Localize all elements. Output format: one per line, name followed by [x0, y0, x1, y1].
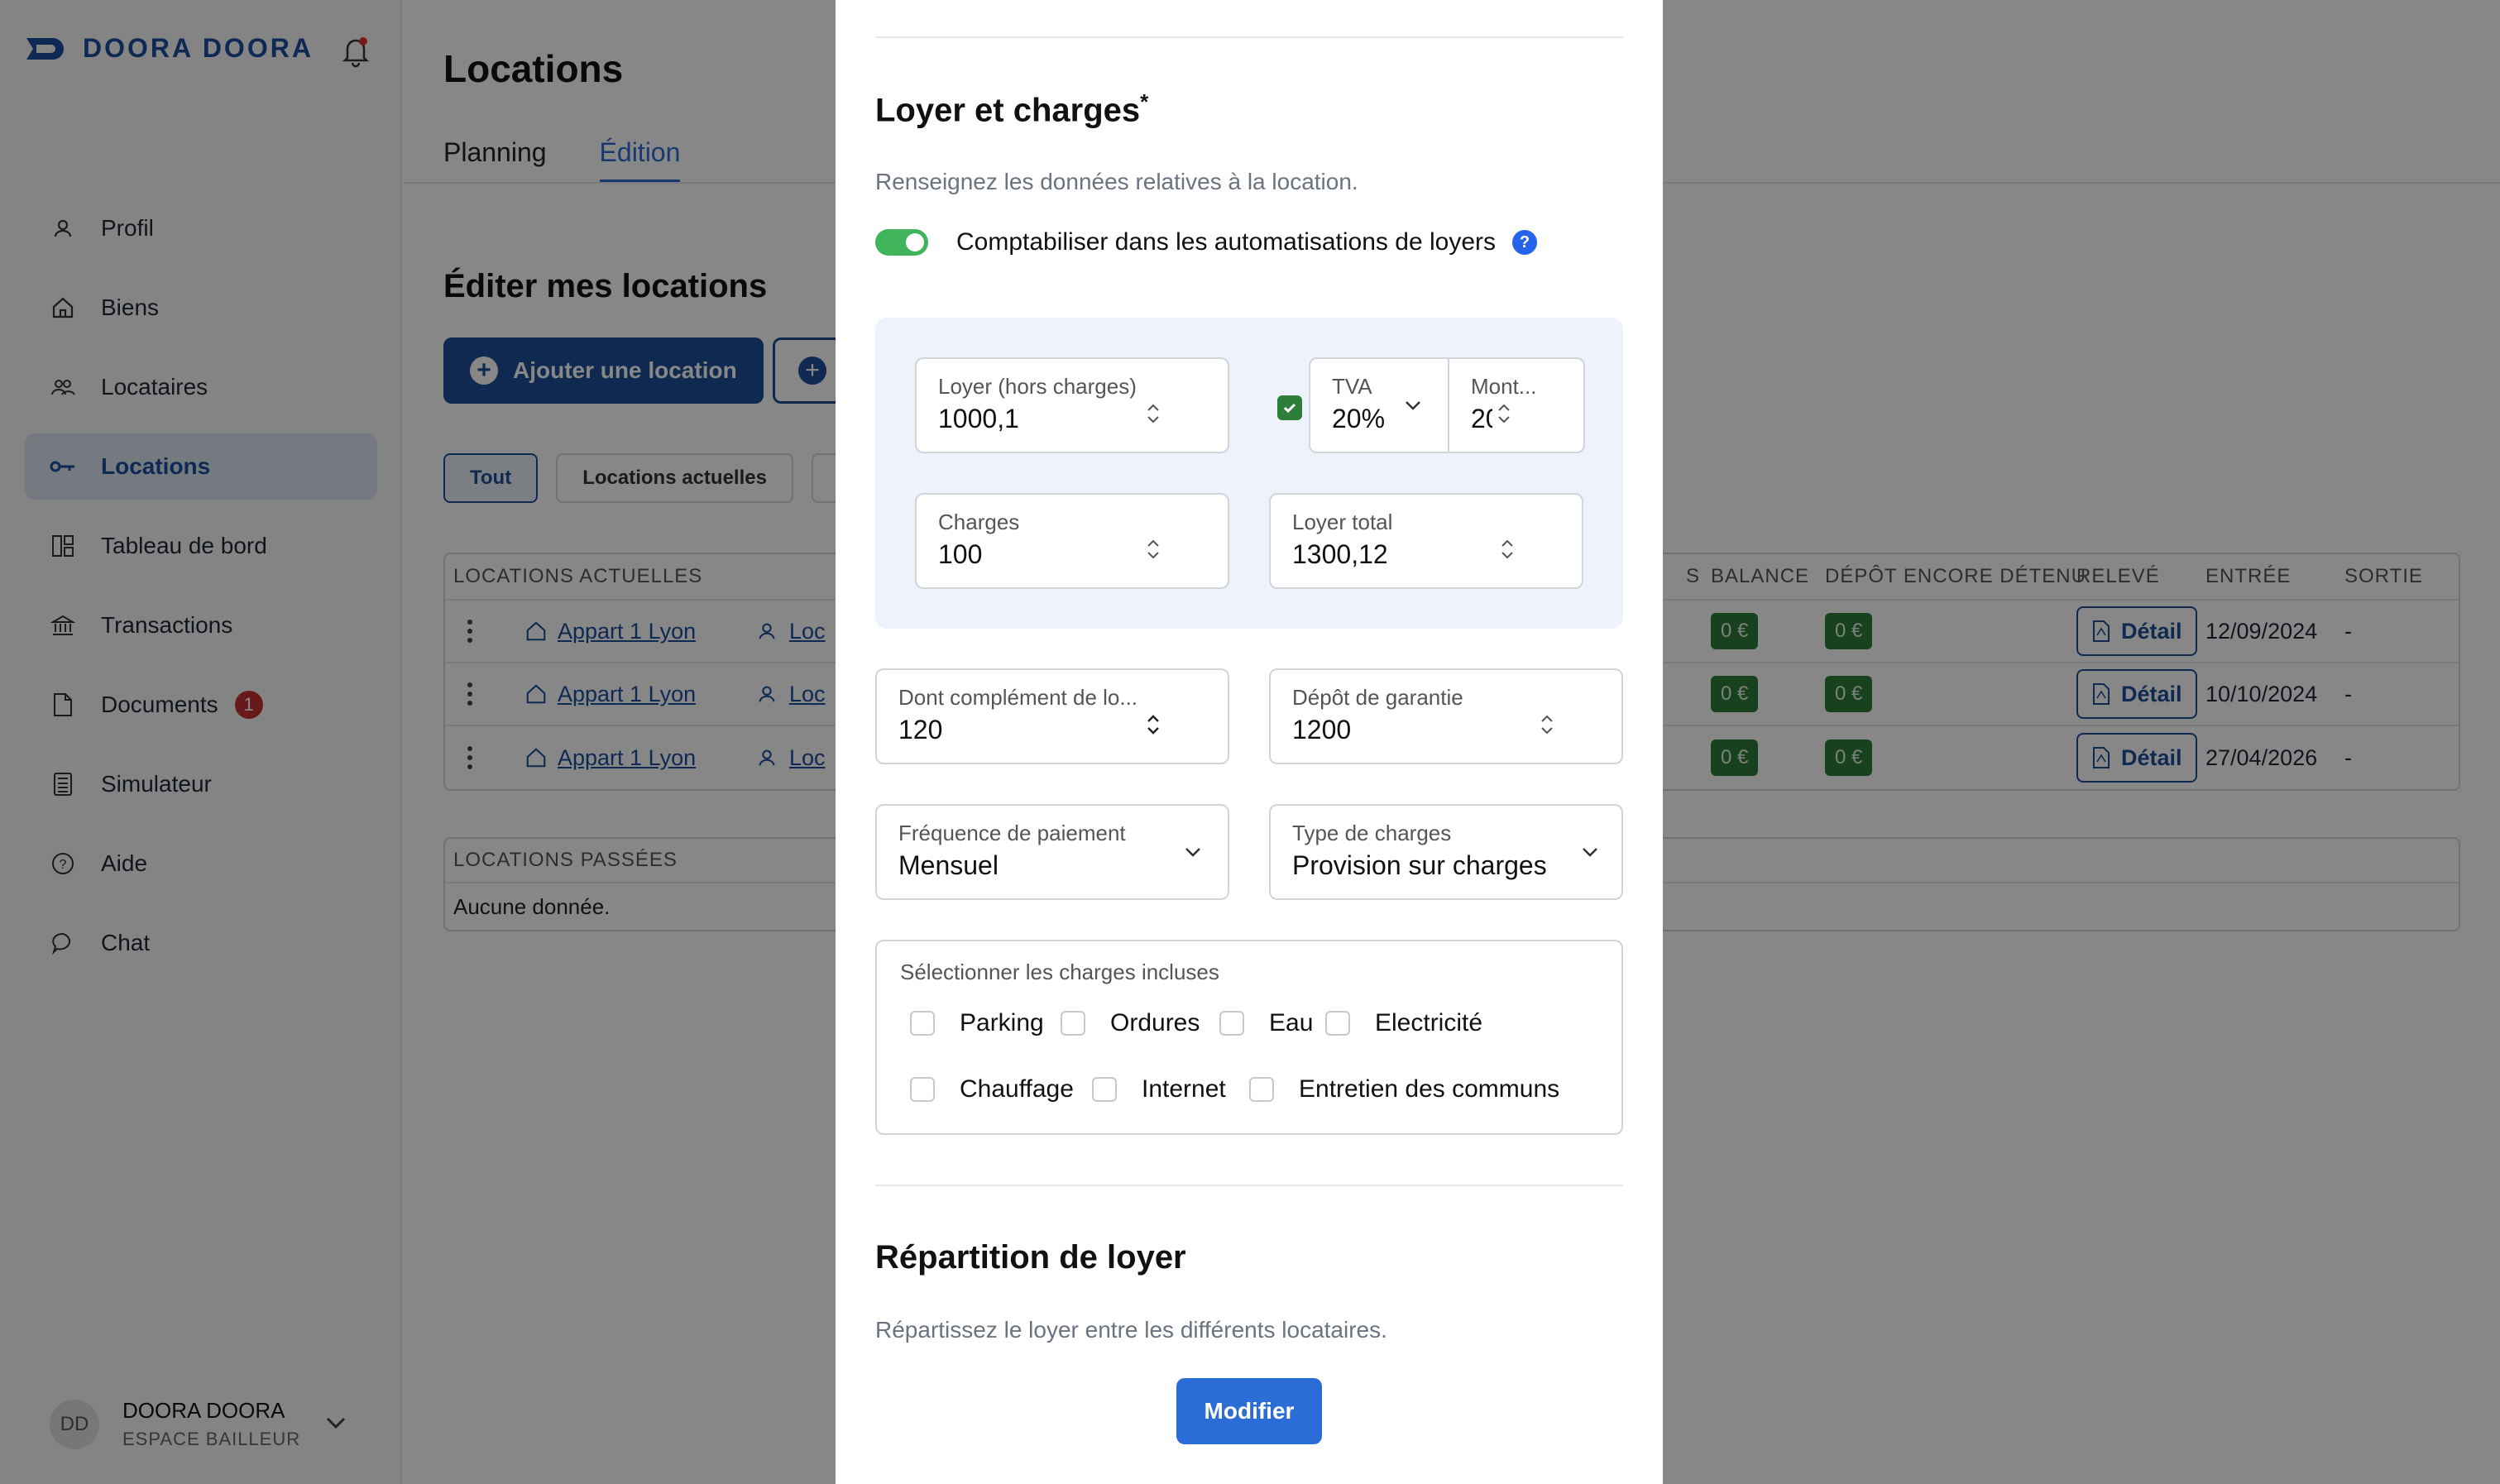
payment-frequency-select[interactable]: Fréquence de paiement Mensuel: [875, 804, 1229, 900]
divider: [875, 36, 1623, 38]
charge-option-label: Internet: [1142, 1075, 1226, 1103]
modify-button[interactable]: Modifier: [1176, 1378, 1322, 1444]
rent-title-text: Loyer et charges: [875, 92, 1141, 129]
charge-option-label: Chauffage: [960, 1075, 1074, 1103]
checkbox[interactable]: [1249, 1077, 1274, 1102]
charges-label: Charges: [938, 510, 1020, 534]
charge-option-entretien[interactable]: Entretien des communs: [1249, 1075, 1559, 1103]
check-icon: [1283, 403, 1296, 414]
divider: [875, 1185, 1623, 1186]
automation-toggle-row: Comptabiliser dans les automatisations d…: [875, 228, 1537, 256]
charge-type-value: Provision sur charges: [1292, 850, 1547, 880]
rent-complement-label: Dont complément de lo...: [898, 685, 1138, 710]
charge-option-eau[interactable]: Eau: [1219, 1009, 1313, 1037]
required-mark: *: [1140, 89, 1149, 114]
rent-split-description: Répartissez le loyer entre les différent…: [875, 1317, 1387, 1343]
automation-toggle[interactable]: [875, 229, 928, 256]
checkbox[interactable]: [1325, 1011, 1350, 1036]
chevron-down-icon: [1185, 848, 1200, 857]
charge-type-label: Type de charges: [1292, 821, 1452, 845]
payment-frequency-value: Mensuel: [898, 850, 999, 880]
charge-option-internet[interactable]: Internet: [1092, 1075, 1226, 1103]
rent-complement-value: 120: [898, 715, 943, 744]
checkbox[interactable]: [910, 1077, 935, 1102]
automation-toggle-label: Comptabiliser dans les automatisations d…: [956, 228, 1496, 256]
charge-option-label: Parking: [960, 1009, 1044, 1036]
checkbox[interactable]: [1219, 1011, 1244, 1036]
rent-hc-label: Loyer (hors charges): [938, 374, 1137, 399]
vat-value: 20%: [1332, 404, 1386, 433]
help-icon[interactable]: ?: [1512, 230, 1537, 255]
included-charges-group: Sélectionner les charges incluses Parkin…: [875, 940, 1623, 1135]
rent-hc-field[interactable]: Loyer (hors charges) 1000,1: [915, 357, 1229, 453]
stepper-icon[interactable]: [1492, 397, 1516, 430]
vat-checkbox[interactable]: [1277, 395, 1302, 420]
checkbox[interactable]: [910, 1011, 935, 1036]
stepper-icon[interactable]: [1535, 708, 1559, 741]
stepper-icon[interactable]: [1142, 533, 1165, 566]
charge-option-chauffage[interactable]: Chauffage: [910, 1075, 1074, 1103]
charge-option-label: Eau: [1269, 1009, 1314, 1036]
security-deposit-field[interactable]: Dépôt de garantie 1200: [1269, 668, 1623, 764]
charge-option-ordures[interactable]: Ordures: [1061, 1009, 1200, 1037]
security-deposit-label: Dépôt de garantie: [1292, 685, 1463, 710]
checkbox[interactable]: [1061, 1011, 1085, 1036]
rent-section-description: Renseignez les données relatives à la lo…: [875, 169, 1358, 194]
included-charges-label: Sélectionner les charges incluses: [900, 960, 1219, 984]
charge-option-electricite[interactable]: Electricité: [1325, 1009, 1482, 1037]
vat-amount-value: 20: [1471, 404, 1492, 433]
stepper-icon[interactable]: [1142, 708, 1165, 741]
charge-type-select[interactable]: Type de charges Provision sur charges: [1269, 804, 1623, 900]
charge-option-label: Electricité: [1375, 1009, 1483, 1036]
total-rent-field[interactable]: Loyer total 1300,12: [1269, 493, 1583, 589]
location-edit-modal: Loyer et charges* Renseignez les données…: [836, 0, 1663, 1484]
security-deposit-value: 1200: [1292, 715, 1352, 744]
charges-value: 100: [938, 539, 983, 569]
vat-select[interactable]: TVA 20%: [1309, 357, 1449, 453]
charges-field[interactable]: Charges 100: [915, 493, 1229, 589]
vat-label: TVA: [1332, 374, 1372, 399]
rent-complement-field[interactable]: Dont complément de lo... 120: [875, 668, 1229, 764]
charge-option-parking[interactable]: Parking: [910, 1009, 1044, 1037]
checkbox[interactable]: [1092, 1077, 1117, 1102]
chevron-down-icon: [1406, 401, 1420, 410]
total-rent-label: Loyer total: [1292, 510, 1393, 534]
charge-option-label: Entretien des communs: [1299, 1075, 1560, 1103]
rent-hc-value: 1000,1: [938, 404, 1019, 433]
payment-frequency-label: Fréquence de paiement: [898, 821, 1126, 845]
rent-split-title: Répartition de loyer: [875, 1239, 1186, 1276]
stepper-icon[interactable]: [1496, 533, 1519, 566]
chevron-down-icon: [1583, 848, 1597, 857]
vat-amount-field[interactable]: Mont... 20: [1448, 357, 1585, 453]
rent-section-title: Loyer et charges*: [875, 89, 1148, 129]
vat-amount-label: Mont...: [1471, 374, 1537, 399]
total-rent-value: 1300,12: [1292, 539, 1388, 569]
charge-option-label: Ordures: [1110, 1009, 1200, 1036]
stepper-icon[interactable]: [1142, 397, 1165, 430]
